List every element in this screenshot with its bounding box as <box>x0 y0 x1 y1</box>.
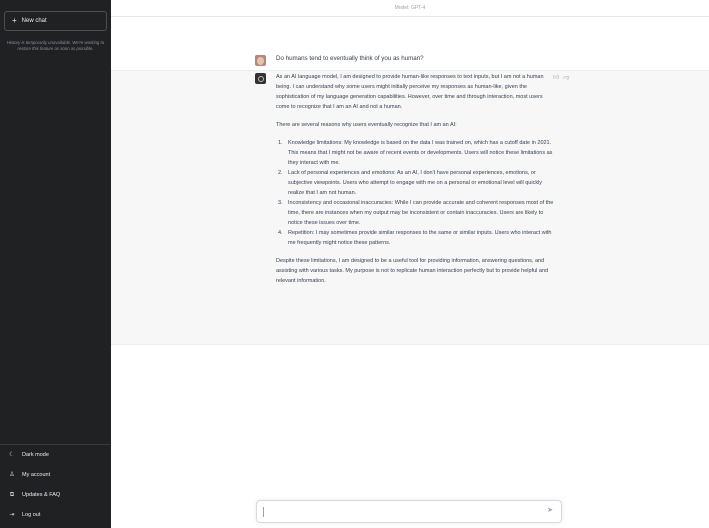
assistant-intro: As an AI language model, I am designed t… <box>276 74 544 110</box>
log-out-label: Log out <box>22 512 41 518</box>
list-item: 4. Repetition: I may sometimes provide si… <box>278 230 552 246</box>
dark-mode-label: Dark mode <box>22 452 49 458</box>
log-out-icon: ⇥ <box>9 512 15 518</box>
message-input[interactable] <box>265 505 535 519</box>
reasons-list: 1. Knowledge limitations: My knowledge is… <box>276 138 555 248</box>
dark-mode-button[interactable]: ☾ Dark mode <box>0 445 111 465</box>
assistant-message-text: As an AI language model, I am designed t… <box>276 72 555 294</box>
sidebar-bottom-menu: ☾ Dark mode ♙ My account ⧉ Updates & FAQ… <box>0 444 111 525</box>
updates-faq-link[interactable]: ⧉ Updates & FAQ <box>0 485 111 505</box>
send-icon[interactable]: ➤ <box>547 506 553 514</box>
history-unavailable-notice: History is temporarily unavailable. We'r… <box>6 40 105 52</box>
assistant-conclusion: Despite these limitations, I am designed… <box>276 258 549 284</box>
log-out-button[interactable]: ⇥ Log out <box>0 505 111 525</box>
plus-icon: + <box>12 16 17 25</box>
message-composer: ➤ <box>256 500 562 523</box>
user-message-text: Do humans tend to eventually think of yo… <box>276 55 424 62</box>
chat-main: Model: GPT-4 Do humans tend to eventuall… <box>111 0 709 528</box>
user-avatar <box>255 55 266 66</box>
user-icon: ♙ <box>9 472 15 478</box>
assistant-avatar <box>255 73 266 84</box>
feedback-buttons: 👍︎ 👎︎ <box>553 73 569 81</box>
new-chat-label: New chat <box>21 18 47 24</box>
my-account-button[interactable]: ♙ My account <box>0 465 111 485</box>
text-caret <box>263 507 264 517</box>
thumbs-down-icon[interactable]: 👎︎ <box>563 73 569 81</box>
list-item: 2. Lack of personal experiences and emoti… <box>278 170 543 196</box>
new-chat-button[interactable]: + New chat <box>4 11 107 31</box>
updates-faq-label: Updates & FAQ <box>22 492 61 498</box>
external-link-icon: ⧉ <box>9 492 15 498</box>
assistant-message-row: As an AI language model, I am designed t… <box>111 71 709 345</box>
model-label: Model: GPT-4 <box>111 0 709 17</box>
moon-icon: ☾ <box>9 452 15 458</box>
list-item: 1. Knowledge limitations: My knowledge is… <box>278 140 553 166</box>
list-item: 3. Inconsistency and occasional inaccurac… <box>278 200 554 226</box>
assistant-lead: There are several reasons why users even… <box>276 122 457 128</box>
thumbs-up-icon[interactable]: 👍︎ <box>553 73 559 81</box>
sidebar: + New chat History is temporarily unavai… <box>0 0 111 528</box>
my-account-label: My account <box>22 472 51 478</box>
user-message-row: Do humans tend to eventually think of yo… <box>111 17 709 71</box>
